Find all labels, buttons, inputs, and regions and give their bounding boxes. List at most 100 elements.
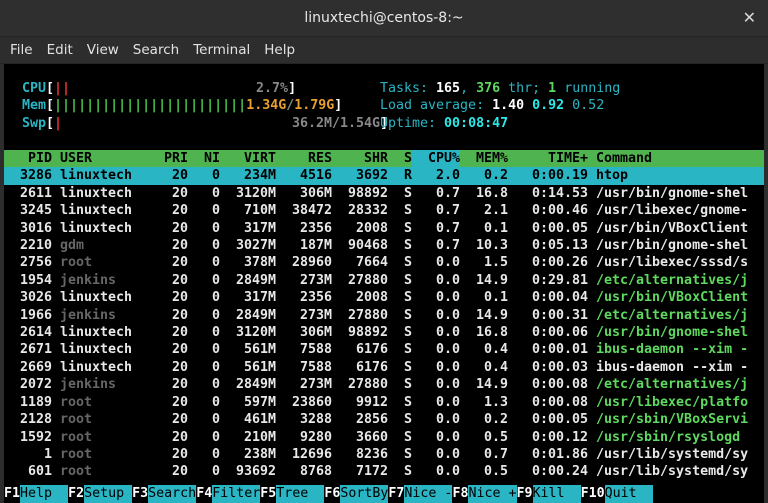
cell-pri: 20	[148, 167, 188, 185]
fkey-f1[interactable]: F1 Help	[4, 485, 69, 503]
process-row[interactable]: 1966 jenkins 20 0 2849M 273M 27880 S 0.0 14.9 0:00…	[4, 307, 764, 324]
col-pri[interactable]: PRI	[148, 150, 188, 168]
col-time[interactable]: TIME+	[508, 150, 588, 168]
cell-res: 187M	[299, 238, 332, 254]
menu-view[interactable]: View	[81, 42, 125, 58]
col-user[interactable]: USER	[52, 150, 148, 168]
cell-time: 0:00.04	[531, 290, 588, 306]
process-row[interactable]: 2072 jenkins 20 0 2849M 273M 27880 S 0.0 14.9 0:00…	[4, 376, 764, 393]
cell-time: 0:00.26	[531, 255, 588, 271]
menu-terminal[interactable]: Terminal	[187, 42, 256, 58]
cell-shr: 27880	[347, 272, 388, 288]
process-row[interactable]: 2128 root 20 0 461M 3288 2856 S 0.0 0.2 0:00.05/us…	[4, 411, 764, 428]
fkey-key: F6	[324, 485, 341, 503]
menu-help[interactable]: Help	[258, 42, 301, 58]
cell-pid: 601	[27, 464, 52, 480]
cell-mem: 14.9	[475, 377, 508, 393]
cell-cpu: 0.0	[435, 429, 460, 445]
col-shr[interactable]: SHR	[332, 150, 388, 168]
process-row[interactable]: 1 root 20 0 238M 12696 8236 S 0.0 0.7 0:01.86/usr/…	[4, 446, 764, 463]
fkey-f4[interactable]: F4 Filter	[196, 485, 261, 503]
fkey-f3[interactable]: F3 Search	[132, 485, 197, 503]
process-row[interactable]: 2614 linuxtech 20 0 3120M 306M 98892 S 0.0 16.8 0:…	[4, 324, 764, 341]
close-icon[interactable]: ✕	[743, 8, 756, 28]
process-row[interactable]: 3026 linuxtech 20 0 317M 2356 2008 S 0.0 0.1 0:00.…	[4, 289, 764, 306]
menu-edit[interactable]: Edit	[41, 42, 79, 58]
col-res[interactable]: RES	[276, 150, 332, 168]
cell-user: linuxtech	[60, 325, 133, 341]
cell-virt: 317M	[243, 220, 276, 236]
cell-cpu: 0.0	[435, 446, 460, 462]
cell-ni: 0	[211, 290, 220, 306]
cell-time: 0:00.19	[508, 167, 588, 185]
cell-time: 0:00.46	[531, 203, 588, 219]
cell-ni: 0	[211, 325, 220, 341]
fkey-key: F3	[132, 485, 149, 503]
fkey-f9[interactable]: F9 Kill	[516, 485, 581, 503]
process-row[interactable]: 3286 linuxtech 20 0 234M 4516 3692 R 2.0 0.2 0:00.…	[4, 167, 764, 185]
cell-res: 38472	[291, 203, 332, 219]
cell-cmd: /usr/bin/gnome-shel	[596, 325, 749, 341]
cell-res: 23860	[291, 394, 332, 410]
cell-user: root	[60, 394, 93, 410]
fkey-key: F8	[452, 485, 469, 503]
menu-search[interactable]: Search	[127, 42, 185, 58]
cell-res: 4516	[276, 167, 332, 185]
col-mem[interactable]: MEM%	[460, 150, 508, 168]
cell-user: linuxtech	[52, 167, 148, 185]
process-row[interactable]: 2671 linuxtech 20 0 561M 7588 6176 S 0.0 0.4 0:00.…	[4, 341, 764, 358]
fkey-label: Nice +	[468, 485, 517, 503]
fkey-f2[interactable]: F2 Setup	[68, 485, 133, 503]
process-row[interactable]: 1592 root 20 0 210M 9280 3660 S 0.0 0.5 0:00.12/us…	[4, 429, 764, 446]
process-row[interactable]: 2669 linuxtech 20 0 561M 7588 6176 S 0.0 0.4 0:00.…	[4, 359, 764, 376]
cell-pri: 20	[171, 238, 188, 254]
col-cpu[interactable]: CPU%	[412, 150, 460, 168]
fkey-key: F5	[260, 485, 277, 503]
cell-mem: 0.1	[483, 290, 508, 306]
process-row[interactable]: 3016 linuxtech 20 0 317M 2356 2008 S 0.7 0.1 0:00.…	[4, 220, 764, 237]
process-row[interactable]: 2756 root 20 0 378M 28960 7664 S 0.0 1.5 0:00.26/u…	[4, 254, 764, 271]
fkey-label: SortBy	[340, 485, 389, 503]
cell-pid: 1954	[19, 272, 52, 288]
col-virt[interactable]: VIRT	[220, 150, 276, 168]
cell-s: S	[403, 325, 412, 341]
load-1: 1.40	[492, 98, 525, 114]
cell-cpu: 2.0	[412, 167, 460, 185]
menu-file[interactable]: File	[4, 42, 39, 58]
cell-mem: 16.8	[475, 185, 508, 201]
process-row[interactable]: 601 root 20 0 93692 8768 7172 S 0.0 0.5 0:00.24/us…	[4, 463, 764, 480]
process-row[interactable]: 2210 gdm 20 0 3027M 187M 90468 S 0.7 10.3 0:05.13 /…	[4, 237, 764, 254]
cell-time: 0:05.13	[531, 238, 588, 254]
fkey-f6[interactable]: F6 SortBy	[324, 485, 389, 503]
process-row[interactable]: 2611 linuxtech 20 0 3120M 306M 98892 S 0.7 16.8 0:…	[4, 185, 764, 202]
cell-time: 0:00.31	[531, 307, 588, 323]
cell-mem: 0.7	[483, 446, 508, 462]
process-row[interactable]: 1954 jenkins 20 0 2849M 273M 27880 S 0.0 14.9 0:29…	[4, 272, 764, 289]
fkey-f5[interactable]: F5 Tree	[260, 485, 325, 503]
mem-meter: Mem[||||||||||||||||||||||||1.34G/1.79G]	[22, 98, 343, 114]
cell-res: 28960	[291, 255, 332, 271]
fkey-f8[interactable]: F8 Nice +	[452, 485, 517, 503]
fkey-f7[interactable]: F7 Nice -	[388, 485, 453, 503]
cell-user: jenkins	[60, 307, 117, 323]
cell-time: 0:00.01	[531, 342, 588, 358]
fkey-f10[interactable]: F10 Quit	[580, 485, 653, 503]
terminal-area[interactable]: CPU[|| 2.7%] Mem[||||||||||||||||||||||||…	[4, 64, 764, 503]
cpu-bar: ||	[54, 81, 71, 96]
cell-user: gdm	[60, 238, 85, 254]
cell-cmd: /usr/libexec/sssd/s	[596, 255, 749, 271]
col-pid[interactable]: PID	[4, 150, 52, 168]
cell-cmd: /etc/alternatives/j	[596, 377, 749, 393]
cell-s: S	[403, 412, 412, 428]
process-row[interactable]: 1189 root 20 0 597M 23860 9912 S 0.0 1.3 0:00.08/u…	[4, 394, 764, 411]
cell-shr: 98892	[347, 185, 388, 201]
col-s[interactable]: S	[388, 150, 412, 168]
cell-shr: 3660	[355, 429, 388, 445]
process-row[interactable]: 3245 linuxtech 20 0 710M 38472 28332 S 0.7 2.1 0:0…	[4, 202, 764, 219]
col-ni[interactable]: NI	[188, 150, 220, 168]
cell-virt: 2849M	[235, 377, 276, 393]
cell-pid: 3016	[19, 220, 52, 236]
cell-cpu: 0.0	[435, 464, 460, 480]
cell-res: 306M	[299, 185, 332, 201]
col-command[interactable]: Command	[588, 150, 764, 168]
